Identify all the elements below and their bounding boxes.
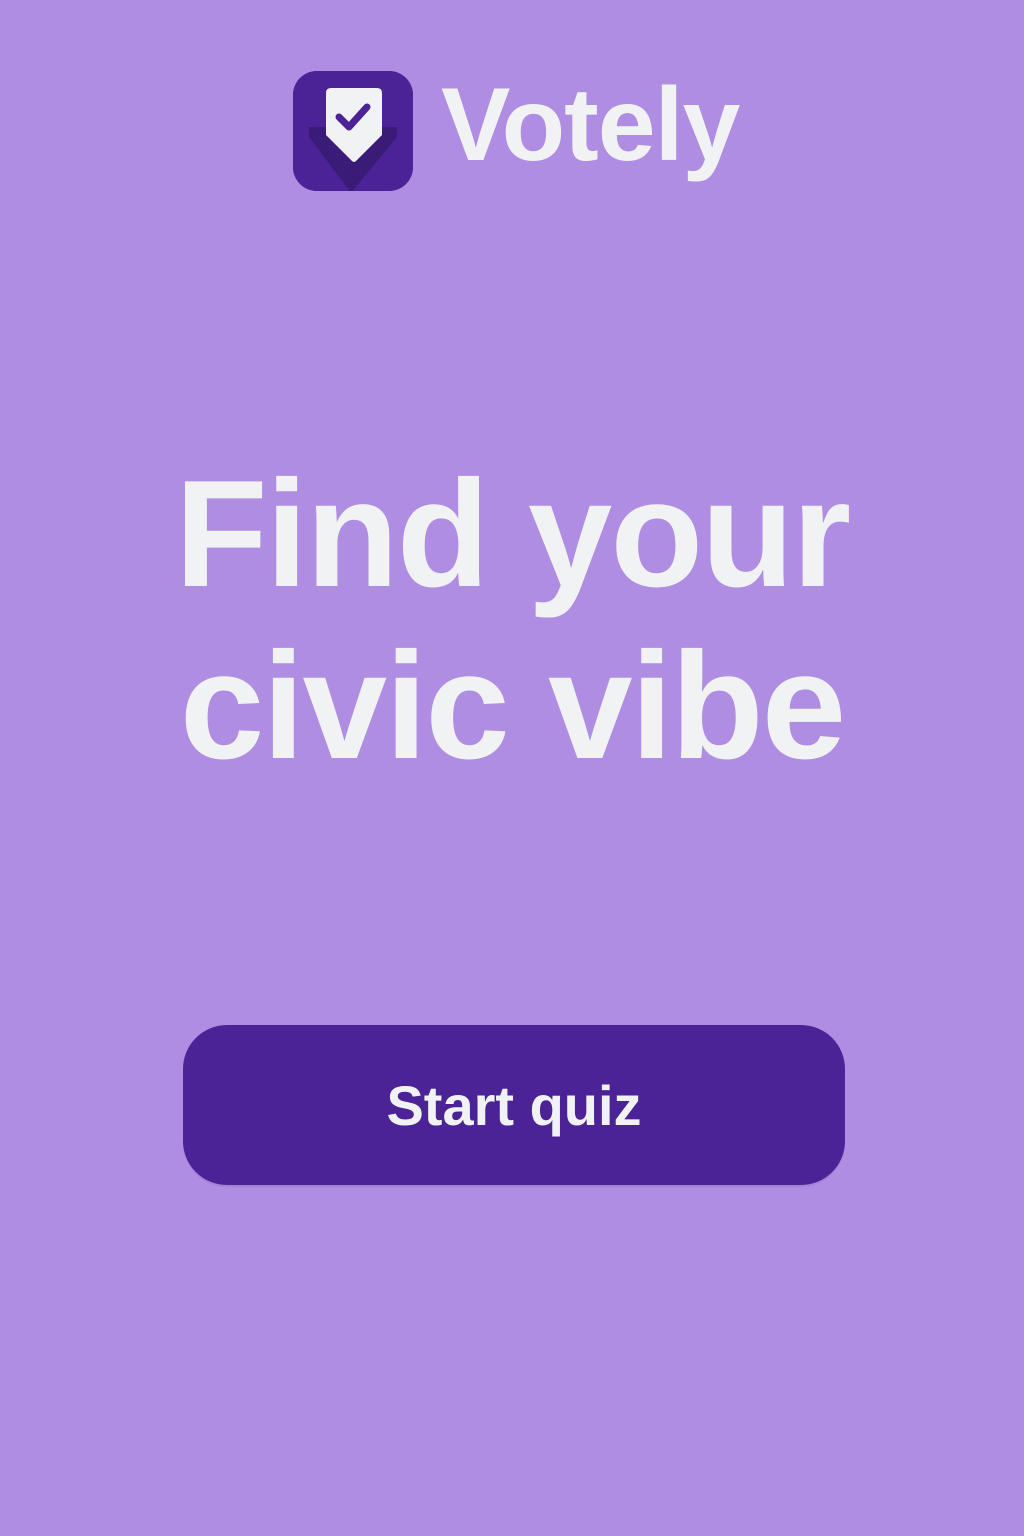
brand-header: Votely <box>293 67 740 192</box>
hero-headline: Find your civic vibe <box>0 448 1024 792</box>
start-quiz-button[interactable]: Start quiz <box>183 1025 845 1185</box>
ballot-shield-check-icon <box>293 71 413 191</box>
app-logo <box>293 71 413 191</box>
start-quiz-button-label: Start quiz <box>386 1073 642 1137</box>
hero-headline-line-2: civic vibe <box>179 621 846 791</box>
app-name: Votely <box>441 67 740 183</box>
hero-headline-line-1: Find your <box>174 449 851 619</box>
onboarding-screen: Votely Find your civic vibe Start quiz <box>0 0 1024 1536</box>
